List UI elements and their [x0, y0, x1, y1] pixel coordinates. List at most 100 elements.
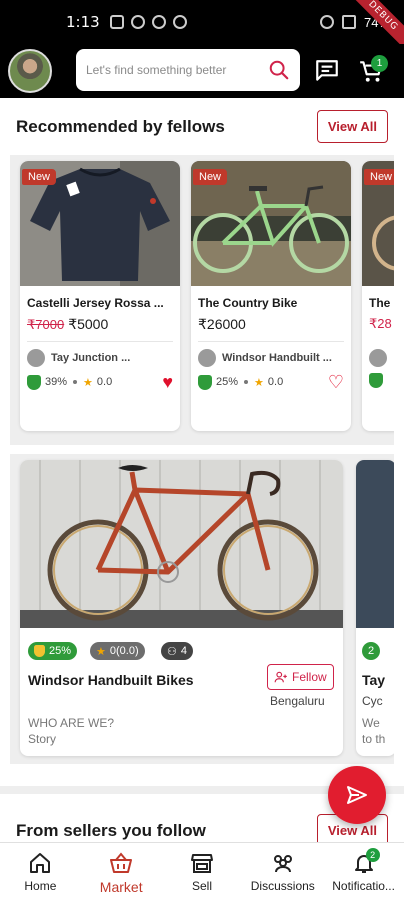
seller-row[interactable]: Tay Junction ... — [27, 349, 130, 367]
followers-pill: ⚇ 4 — [161, 642, 193, 660]
status-icons — [109, 15, 187, 29]
section-title: From sellers you follow — [16, 820, 206, 840]
separator-dot — [73, 380, 78, 384]
followers-count: 4 — [180, 645, 187, 657]
nav-notifications[interactable]: 2 Notificatio... — [323, 843, 404, 900]
product-card[interactable]: New The Country Bike ₹26000 Windsor Hand… — [191, 161, 351, 431]
trust-score: 25% — [49, 645, 72, 657]
seller-carousel[interactable]: 25% ★ 0(0.0) ⚇ 4 Windsor Handbuilt Bikes… — [10, 454, 394, 764]
nav-label: Discussions — [250, 879, 315, 893]
product-title: Castelli Jersey Rossa ... — [27, 296, 164, 310]
group-icon — [273, 855, 292, 873]
seller-card[interactable]: 2 Tay Cyc We to th — [356, 460, 394, 756]
main-content[interactable]: Recommended by fellows View All New Cast… — [0, 98, 404, 842]
product-title: The — [369, 296, 391, 310]
nav-home[interactable]: Home — [0, 843, 81, 900]
heart-filled-icon[interactable]: ♥ — [162, 373, 173, 391]
trust-shield-icon — [34, 645, 45, 657]
seller-row — [369, 349, 387, 367]
view-all-button[interactable]: View All — [316, 110, 388, 143]
nav-label: Notificatio... — [332, 879, 395, 893]
product-card[interactable]: New The ₹28 — [362, 161, 394, 431]
product-stats: 25% ★ 0.0 ♡ — [198, 373, 344, 391]
seller-image — [20, 460, 343, 628]
people-icon: ⚇ — [167, 645, 177, 658]
new-badge: New — [364, 169, 394, 185]
seller-desc-sub: to th — [362, 732, 386, 746]
new-badge: New — [193, 169, 228, 185]
cart-badge: 1 — [371, 55, 388, 72]
trust-score: 25% — [216, 376, 239, 388]
recommended-header: Recommended by fellows View All — [0, 110, 404, 143]
seller-desc-title: WHO ARE WE? — [28, 716, 115, 730]
rating-value: 0.0 — [267, 376, 284, 388]
trust-score: 39% — [45, 376, 68, 388]
product-price: ₹26000 — [198, 316, 246, 333]
seller-desc-title: We — [362, 716, 380, 730]
star-icon: ★ — [83, 376, 93, 389]
chat-icon[interactable] — [314, 58, 340, 84]
status-bar: 1:13 74% DEBUG — [0, 0, 404, 54]
seller-row[interactable]: Windsor Handbuilt ... — [198, 349, 332, 367]
status-time: 1:13 — [66, 13, 100, 31]
trust-pill: 25% — [28, 642, 78, 660]
gallery-icon — [109, 15, 124, 29]
app-icon — [172, 15, 187, 29]
product-price: ₹28 — [369, 316, 392, 332]
old-price: ₹28 — [369, 316, 392, 331]
seller-desc-sub: Story — [28, 732, 57, 746]
product-stats — [369, 373, 394, 388]
send-fab[interactable] — [328, 766, 386, 824]
seller-city: Bengaluru — [270, 694, 325, 708]
seller-image — [356, 460, 394, 628]
seller-card[interactable]: 25% ★ 0(0.0) ⚇ 4 Windsor Handbuilt Bikes… — [20, 460, 343, 756]
seller-avatar — [198, 349, 216, 367]
old-price: ₹7000 — [27, 317, 65, 332]
seller-name: Tay — [362, 672, 386, 688]
current-price: ₹5000 — [68, 316, 109, 332]
seller-name: Windsor Handbuilt ... — [222, 352, 332, 364]
telegram-icon — [130, 15, 145, 29]
search-bar[interactable] — [76, 49, 300, 91]
star-icon: ★ — [96, 645, 106, 658]
wifi-icon — [341, 15, 356, 29]
add-user-icon — [274, 671, 287, 683]
nav-market[interactable]: Market — [81, 843, 162, 900]
heart-outline-icon[interactable]: ♡ — [328, 373, 344, 391]
send-icon — [347, 786, 367, 804]
product-title: The Country Bike — [198, 296, 298, 310]
app-header: 1 — [0, 44, 404, 98]
divider — [198, 341, 344, 342]
home-icon — [30, 853, 51, 873]
rating-value: 0.0 — [96, 376, 113, 388]
basket-icon — [110, 852, 133, 873]
nav-label: Market — [99, 879, 143, 895]
notification-badge: 2 — [365, 848, 380, 862]
store-icon — [190, 854, 213, 873]
new-badge: New — [22, 169, 57, 185]
section-title: Recommended by fellows — [16, 116, 225, 136]
search-icon[interactable] — [268, 59, 290, 81]
nav-label: Home — [24, 879, 57, 893]
product-card[interactable]: New Castelli Jersey Rossa ... ₹7000 ₹500… — [20, 161, 180, 431]
alarm-icon — [319, 15, 334, 29]
avatar[interactable] — [8, 49, 52, 93]
follow-button[interactable]: Fellow — [267, 664, 334, 690]
recommended-carousel[interactable]: New Castelli Jersey Rossa ... ₹7000 ₹500… — [10, 155, 394, 445]
trust-shield-icon — [27, 374, 41, 390]
nav-discussions[interactable]: Discussions — [242, 843, 323, 900]
trust-score: 2 — [368, 645, 375, 657]
trust-pill: 2 — [362, 642, 381, 660]
nav-label: Sell — [191, 879, 212, 893]
divider — [27, 341, 173, 342]
separator-dot — [244, 380, 249, 384]
search-input[interactable] — [86, 63, 268, 77]
star-icon: ★ — [254, 376, 264, 389]
current-price: ₹26000 — [198, 316, 246, 332]
rating-value: 0(0.0) — [109, 645, 139, 657]
nav-sell[interactable]: Sell — [162, 843, 243, 900]
seller-city: Cyc — [362, 694, 383, 708]
seller-name: Tay Junction ... — [51, 352, 131, 364]
trust-shield-icon — [198, 374, 212, 390]
seller-avatar — [369, 349, 387, 367]
